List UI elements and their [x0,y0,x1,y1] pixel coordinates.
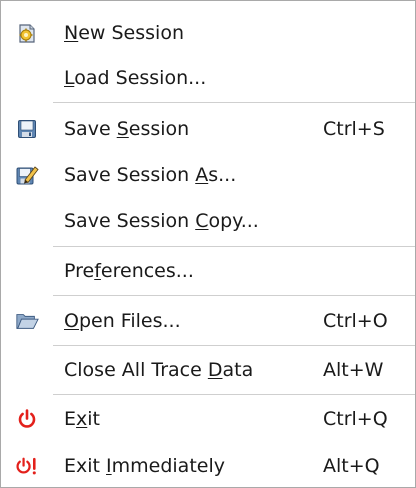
session-menu: New Session Load Session... Save Session… [0,0,416,488]
menu-separator [53,295,415,296]
menu-item-label: Load Session... [64,67,207,89]
menu-item-label: Exit [64,408,100,430]
menu-item-save-session-copy[interactable]: Save Session Copy... [1,198,415,244]
menu-item-label: Save Session [64,118,190,140]
menu-item-preferences[interactable]: Preferences... [1,248,415,294]
menu-item-load-session[interactable]: Load Session... [1,55,415,101]
menu-item-exit[interactable]: Exit Ctrl+Q [1,396,415,442]
shortcut-label: Alt+W [323,359,384,381]
power-icon [15,407,39,431]
menu-item-label: Close All Trace Data [64,359,254,381]
menu-item-save-session-as[interactable]: Save Session As... [1,152,415,198]
menu-separator [53,102,415,103]
menu-item-label: New Session [64,22,184,44]
menu-item-label: Save Session As... [64,164,237,186]
shortcut-label: Ctrl+O [323,310,388,332]
save-as-icon [15,163,39,187]
menu-item-label: Open Files... [64,310,181,332]
folder-open-icon [15,309,39,333]
menu-item-save-session[interactable]: Save Session Ctrl+S [1,106,415,152]
menu-item-label: Save Session Copy... [64,210,259,232]
shortcut-label: Alt+Q [323,455,380,477]
menu-item-exit-immediately[interactable]: Exit Immediately Alt+Q [1,443,415,488]
power-urgent-icon [15,454,39,478]
menu-item-open-files[interactable]: Open Files... Ctrl+O [1,298,415,344]
menu-item-label: Exit Immediately [64,455,225,477]
shortcut-label: Ctrl+Q [323,408,388,430]
new-session-icon [15,21,39,45]
menu-item-close-all-trace-data[interactable]: Close All Trace Data Alt+W [1,347,415,393]
save-icon [15,117,39,141]
menu-item-label: Preferences... [64,260,194,282]
menu-separator [53,345,415,346]
menu-separator [53,394,415,395]
menu-separator [53,246,415,247]
menu-item-new-session[interactable]: New Session [1,10,415,56]
shortcut-label: Ctrl+S [323,118,385,140]
